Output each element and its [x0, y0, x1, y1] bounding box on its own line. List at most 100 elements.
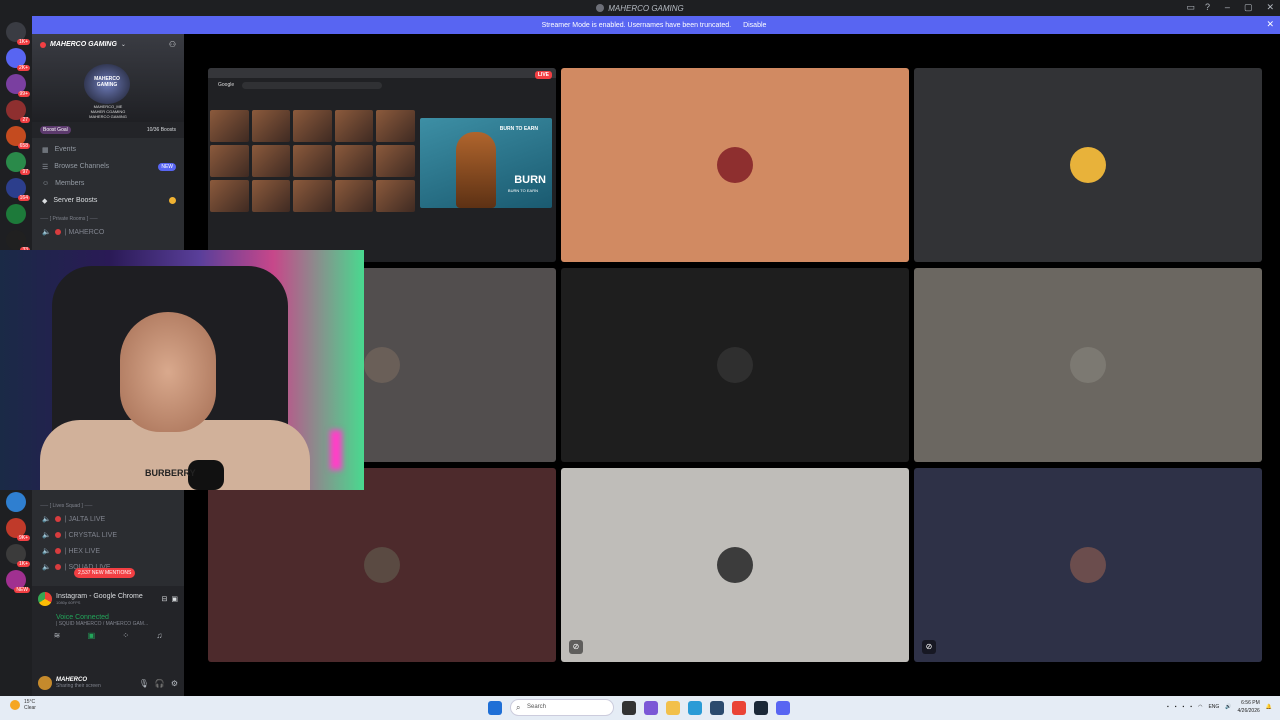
server-icon[interactable]	[6, 492, 26, 512]
task-view-icon[interactable]	[622, 700, 636, 715]
voice-channel[interactable]: 🔈 | MAHERCO	[32, 224, 184, 240]
promo-burn-text: BURN	[514, 174, 546, 186]
speaker-icon: 🔈	[42, 548, 51, 555]
tray-app-icon[interactable]: ▪	[1190, 704, 1192, 710]
server-status-icon	[40, 41, 46, 48]
participant-tile[interactable]	[914, 68, 1262, 262]
server-icon[interactable]: 9K+	[6, 518, 30, 541]
edge-icon[interactable]	[688, 700, 702, 715]
screen-share-icon[interactable]: ▣	[88, 631, 96, 640]
webcam-overlay: BURBERRY	[0, 250, 364, 490]
image-result	[293, 180, 332, 212]
file-explorer-icon[interactable]	[666, 700, 680, 715]
boost-alert-icon	[169, 197, 176, 204]
discord-icon[interactable]	[776, 700, 790, 715]
members-icon: ☺	[42, 180, 50, 187]
invite-icon[interactable]: ⚇	[169, 40, 176, 49]
channel-name: | JALTA LIVE	[64, 515, 106, 523]
nav-server-boosts[interactable]: ◆ Server Boosts	[32, 192, 184, 209]
clock[interactable]: 6:56 PM 4/26/2026	[1238, 699, 1260, 715]
inbox-icon[interactable]: ▭	[1186, 2, 1195, 13]
server-icon[interactable]: 99+	[6, 74, 30, 97]
avatar[interactable]	[38, 676, 52, 690]
image-result	[376, 110, 415, 142]
tray-app-icon[interactable]: ▪	[1167, 704, 1169, 710]
noise-suppression-icon[interactable]: ≋	[54, 631, 61, 640]
stream-settings-icon[interactable]: ▣	[171, 595, 178, 603]
streamer-mode-banner: Streamer Mode is enabled. Usernames have…	[32, 16, 1280, 34]
mic-icon[interactable]: 🎙	[139, 679, 149, 688]
participant-tile[interactable]	[561, 68, 909, 262]
server-mention-badge: 2K+	[16, 65, 30, 71]
server-icon[interactable]: 97	[6, 152, 30, 175]
server-icon[interactable]: 1K+	[6, 22, 30, 45]
live-badge: LIVE	[534, 71, 552, 79]
activities-icon[interactable]: ⁘	[122, 631, 129, 640]
server-banner[interactable]: MAHERCO GAMING ⌄ ⚇ MAHERCO GAMING MAHERC…	[32, 34, 184, 122]
streamer-head	[120, 312, 216, 432]
voice-channel[interactable]: 🔈 | CRYSTAL LIVE	[32, 527, 184, 543]
headphones-icon[interactable]: 🎧	[155, 679, 165, 688]
server-mention-badge: NEW	[14, 587, 30, 593]
steam-icon[interactable]	[754, 700, 768, 715]
avatar	[717, 347, 753, 383]
server-icon[interactable]: 27	[6, 100, 30, 123]
participant-tile[interactable]: ⊘	[914, 468, 1262, 662]
search-input[interactable]: Search	[510, 699, 614, 716]
tray-app-icon[interactable]: ▪	[1175, 704, 1177, 710]
nav-browse-channels[interactable]: ☰ Browse Channels NEW	[32, 158, 184, 175]
image-result	[376, 180, 415, 212]
soundboard-icon[interactable]: ♫	[156, 631, 162, 640]
disable-streamer-mode-button[interactable]: Disable	[739, 20, 770, 31]
tray-app-icon[interactable]: ▪	[1183, 704, 1185, 710]
nav-events[interactable]: ▦ Events	[32, 141, 184, 158]
server-icon[interactable]	[6, 204, 26, 224]
banner-close-icon[interactable]: ✕	[1266, 19, 1274, 30]
image-result	[210, 145, 249, 177]
image-result	[210, 180, 249, 212]
server-list-lower: 9K+ 1K+ NEW	[0, 486, 32, 593]
chrome-taskbar-icon[interactable]	[732, 700, 746, 715]
banner-text: Streamer Mode is enabled. Usernames have…	[541, 21, 732, 29]
notification-bell-icon[interactable]: 🔔	[1266, 704, 1272, 710]
nav-members[interactable]: ☺ Members	[32, 175, 184, 192]
gear-icon[interactable]: ⚙	[171, 679, 178, 688]
server-mention-badge: 658	[17, 143, 30, 149]
activity-panel: Instagram - Google Chrome 1080p 60FPS ⊟ …	[32, 586, 184, 696]
server-logo: MAHERCO GAMING	[84, 64, 130, 104]
window-title: MAHERCO GAMING	[608, 3, 684, 13]
store-icon[interactable]	[710, 700, 724, 715]
new-mentions-badge[interactable]: 2,537 NEW MENTIONS	[74, 568, 136, 578]
copilot-icon[interactable]	[644, 700, 658, 715]
minimize-button[interactable]: –	[1225, 2, 1230, 13]
weather-widget[interactable]: 15°C Clear	[10, 699, 36, 711]
participant-tile[interactable]	[561, 268, 909, 462]
category-lives-squad[interactable]: ⸺ [ Lives Squad ] ⸺	[32, 496, 184, 511]
participant-tile[interactable]	[208, 468, 556, 662]
chevron-down-icon[interactable]: ⌄	[121, 41, 126, 48]
windows-taskbar: 15°C Clear Search ▪ ▪ ▪ ▪ ◠ ENG 🔊 6:56 P…	[0, 696, 1280, 720]
participant-tile[interactable]: ⊘	[561, 468, 909, 662]
close-window-button[interactable]: ✕	[1266, 2, 1274, 13]
category-private-rooms[interactable]: ⸺ [ Private Rooms ] ⸺	[32, 209, 184, 224]
voice-channel[interactable]: 🔈 | HEX LIVE	[32, 543, 184, 559]
server-icon[interactable]: 658	[6, 126, 30, 149]
language-indicator[interactable]: ENG	[1208, 704, 1219, 710]
maximize-button[interactable]: ▢	[1244, 2, 1253, 13]
voice-channel[interactable]: 🔈 | JALTA LIVE	[32, 511, 184, 527]
server-icon[interactable]: 164	[6, 178, 30, 201]
boost-goal-bar[interactable]: Boost Goal 10/36 Boosts	[32, 122, 184, 138]
server-icon[interactable]: 1K+	[6, 544, 30, 567]
start-icon[interactable]	[488, 700, 502, 715]
volume-icon[interactable]: 🔊	[1225, 704, 1231, 710]
help-icon[interactable]: ?	[1205, 2, 1210, 13]
screen-share-tile[interactable]: Google BURN TO EARN BURN BURN TO EARN LI…	[208, 68, 556, 262]
participant-tile[interactable]	[914, 268, 1262, 462]
server-icon[interactable]: NEW	[6, 570, 30, 593]
stop-stream-icon[interactable]: ⊟	[162, 595, 168, 603]
wifi-icon[interactable]: ◠	[1198, 704, 1202, 710]
server-icon[interactable]: 2K+	[6, 48, 30, 71]
server-name[interactable]: MAHERCO GAMING	[50, 41, 117, 48]
voice-connected-status[interactable]: Voice Connected	[32, 606, 184, 621]
server-icon[interactable]: 33	[6, 230, 30, 253]
